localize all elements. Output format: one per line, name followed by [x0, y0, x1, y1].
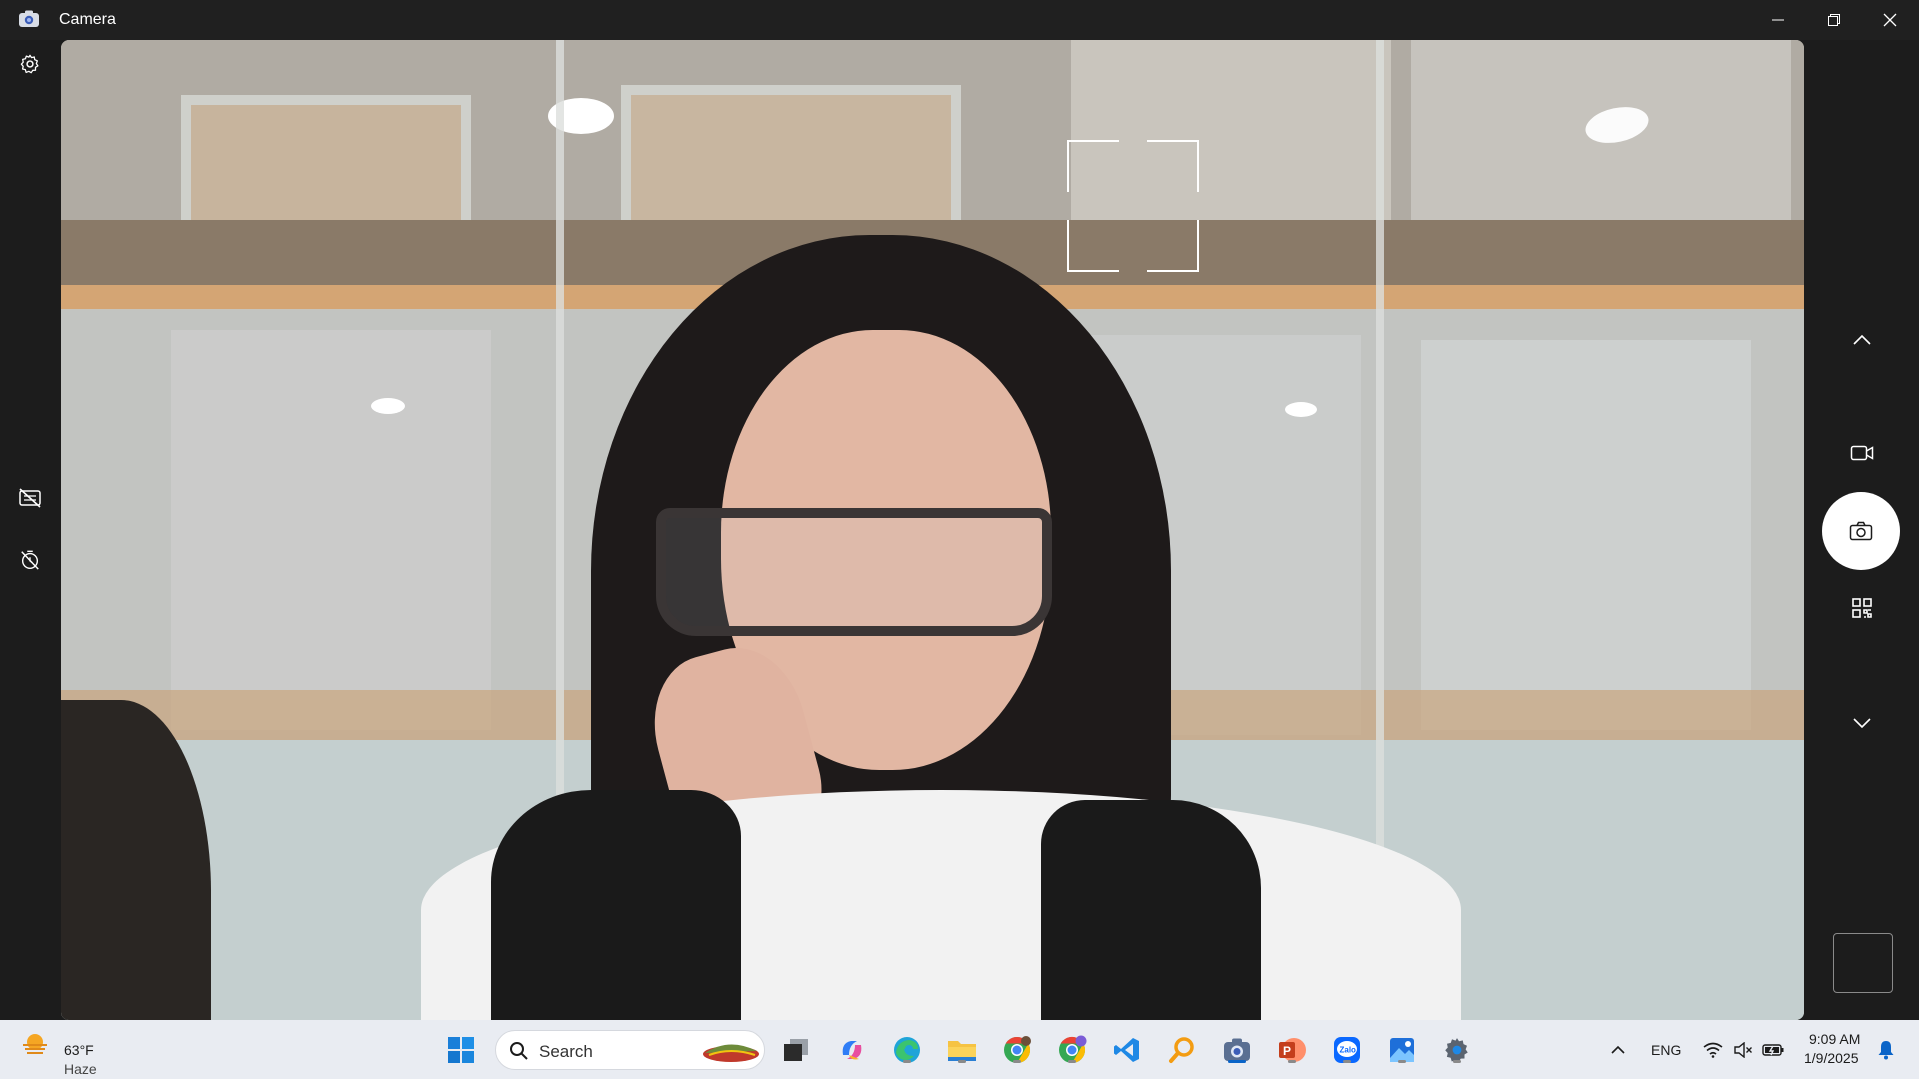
- input-language[interactable]: ENG: [1651, 1042, 1681, 1058]
- running-indicator: [1453, 1060, 1461, 1063]
- ceiling-light: [371, 398, 405, 414]
- taskbar-zalo[interactable]: Zalo: [1331, 1034, 1363, 1066]
- left-toolbar: [0, 40, 61, 1020]
- taskbar: 63°F Haze Search P Zalo ENG 9:09 AM 1/9/…: [0, 1020, 1919, 1079]
- last-capture-thumbnail[interactable]: [1833, 933, 1893, 993]
- haze-sun-icon: [23, 1034, 47, 1054]
- running-indicator: [903, 1060, 911, 1063]
- mode-up-button[interactable]: [1844, 322, 1880, 358]
- taskbar-edge[interactable]: [891, 1034, 923, 1066]
- volume-button[interactable]: [1727, 1034, 1759, 1066]
- close-button[interactable]: [1862, 0, 1918, 40]
- hdr-off-icon: [19, 488, 41, 508]
- svg-text:Zalo: Zalo: [1340, 1046, 1357, 1055]
- timer-button[interactable]: [12, 542, 48, 578]
- running-indicator: [1398, 1060, 1406, 1063]
- camera-icon: [1849, 521, 1873, 541]
- running-indicator: [958, 1060, 966, 1063]
- active-indicator: [1228, 1060, 1246, 1063]
- taskbar-search-tool[interactable]: [1166, 1034, 1198, 1066]
- search-placeholder: Search: [539, 1042, 593, 1061]
- windows-logo-icon: [448, 1037, 474, 1063]
- svg-text:P: P: [1283, 1044, 1291, 1058]
- copilot-button[interactable]: [836, 1034, 868, 1066]
- network-button[interactable]: [1697, 1034, 1729, 1066]
- taskbar-chrome[interactable]: [1001, 1034, 1033, 1066]
- taskbar-file-explorer[interactable]: [946, 1034, 978, 1066]
- restore-button[interactable]: [1806, 0, 1862, 40]
- gear-icon: [20, 54, 39, 74]
- wifi-icon: [1703, 1042, 1723, 1058]
- qr-code-icon: [1852, 598, 1872, 618]
- show-hidden-icons-button[interactable]: [1602, 1034, 1634, 1066]
- running-indicator: [1343, 1060, 1351, 1063]
- bell-icon: [1878, 1041, 1894, 1060]
- take-photo-button[interactable]: [1822, 492, 1900, 570]
- focus-indicator: [1067, 140, 1199, 272]
- weather-condition: Haze: [64, 1061, 97, 1077]
- person-jacket: [1041, 800, 1261, 1020]
- search-highlight-icon: [703, 1044, 759, 1062]
- ceiling-light: [1285, 402, 1317, 417]
- taskbar-photos[interactable]: [1386, 1034, 1418, 1066]
- hdr-toggle-button[interactable]: [12, 480, 48, 516]
- battery-button[interactable]: [1757, 1034, 1789, 1066]
- close-icon: [1883, 13, 1897, 27]
- camera-app-icon: [19, 10, 39, 27]
- person-jacket: [491, 790, 741, 1020]
- clock-date: 1/9/2025: [1804, 1050, 1859, 1066]
- video-mode-button[interactable]: [1844, 435, 1880, 471]
- taskbar-settings[interactable]: [1441, 1034, 1473, 1066]
- taskbar-powerpoint[interactable]: P: [1276, 1034, 1308, 1066]
- battery-charging-icon: [1762, 1044, 1784, 1056]
- clock-time: 9:09 AM: [1809, 1031, 1861, 1047]
- start-button[interactable]: [445, 1034, 477, 1066]
- weather-widget[interactable]: 63°F Haze: [20, 1030, 97, 1077]
- glasses: [656, 508, 1052, 636]
- magnifier-app-icon: [1169, 1037, 1194, 1063]
- search-icon: [510, 1042, 528, 1060]
- chevron-down-icon: [1853, 718, 1871, 729]
- qr-scan-button[interactable]: [1844, 590, 1880, 626]
- taskbar-vscode[interactable]: [1111, 1034, 1143, 1066]
- settings-button[interactable]: [12, 46, 48, 82]
- running-indicator: [1068, 1060, 1076, 1063]
- task-view-icon: [784, 1039, 808, 1061]
- right-toolbar: [1804, 40, 1919, 1020]
- notifications-button[interactable]: [1870, 1034, 1902, 1066]
- chevron-up-icon: [1853, 334, 1871, 345]
- running-indicator: [1288, 1060, 1296, 1063]
- taskbar-search[interactable]: Search: [495, 1030, 765, 1070]
- mode-down-button[interactable]: [1844, 705, 1880, 741]
- taskbar-camera[interactable]: [1221, 1034, 1253, 1066]
- task-view-button[interactable]: [780, 1034, 812, 1066]
- copilot-icon: [842, 1041, 862, 1060]
- camera-preview[interactable]: [61, 40, 1804, 1020]
- window-title: Camera: [59, 11, 116, 28]
- chevron-up-icon: [1611, 1045, 1625, 1054]
- restore-icon: [1828, 14, 1840, 26]
- vscode-icon: [1114, 1038, 1139, 1062]
- frosted-panel: [171, 330, 491, 730]
- weather-temp: 63°F: [64, 1042, 94, 1058]
- title-bar: Camera: [0, 0, 1919, 40]
- volume-muted-icon: [1734, 1042, 1752, 1058]
- timer-off-icon: [21, 550, 39, 570]
- running-indicator: [1013, 1060, 1021, 1063]
- minimize-button[interactable]: [1750, 0, 1806, 40]
- video-icon: [1850, 445, 1874, 461]
- frosted-panel: [1421, 340, 1751, 730]
- minimize-icon: [1772, 19, 1784, 21]
- taskbar-chrome-profile[interactable]: [1056, 1034, 1088, 1066]
